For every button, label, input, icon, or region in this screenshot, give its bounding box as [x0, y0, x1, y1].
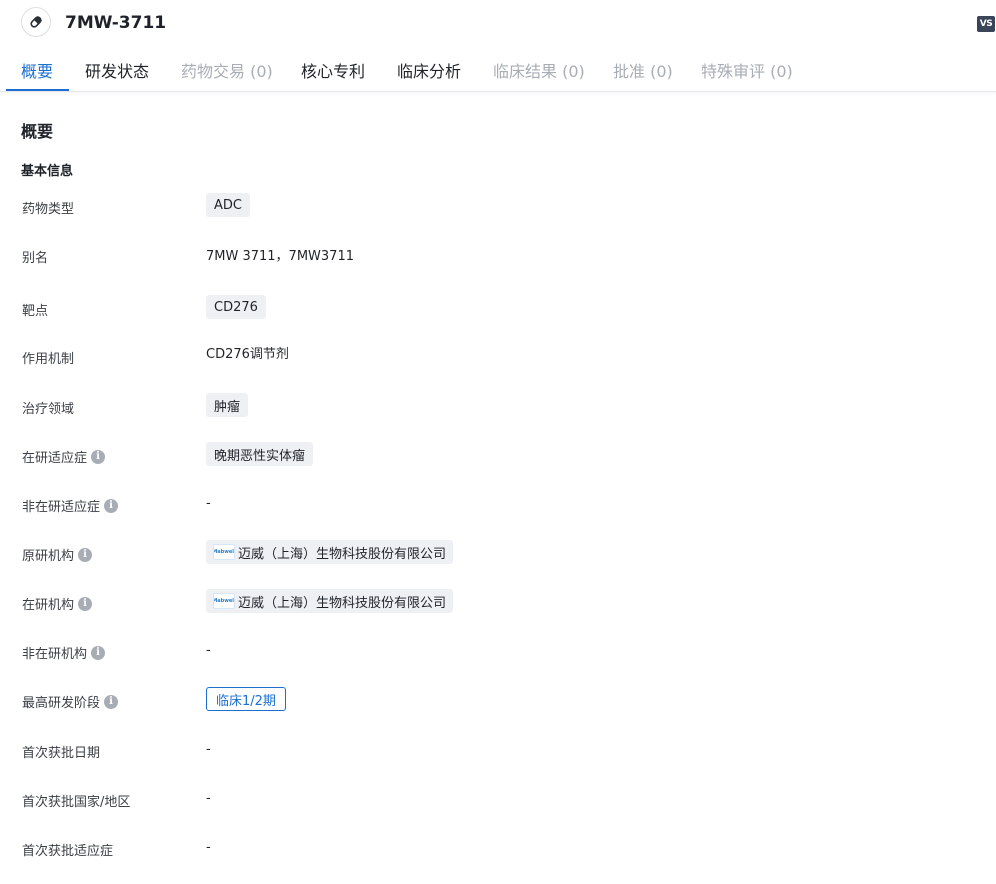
company-logo-icon: Mabwell [213, 544, 235, 560]
company-logo-icon: Mabwell [213, 593, 235, 609]
originator-org-tag[interactable]: Mabwell 迈威（上海）生物科技股份有限公司 [206, 540, 454, 564]
row-label: 原研机构 i [22, 545, 93, 564]
drug-type-tag[interactable]: ADC [206, 193, 250, 217]
therapeutic-area-tag[interactable]: 肿瘤 [206, 393, 249, 417]
row-originator: 原研机构 i Mabwell 迈威（上海）生物科技股份有限公司 [0, 539, 996, 569]
tab-overview[interactable]: 概要 [21, 62, 53, 82]
row-inactive-indication: 非在研适应症 i - [0, 490, 996, 520]
tab-clinical-results[interactable]: 临床结果 (0) [493, 62, 585, 82]
row-label: 作用机制 [22, 352, 75, 367]
row-label: 药物类型 [22, 202, 75, 217]
subsection-title-basic-info: 基本信息 [21, 164, 74, 179]
row-label-text: 在研机构 [22, 598, 75, 613]
row-first-approval-country: 首次获批国家/地区 - [0, 785, 996, 815]
row-label-text: 非在研适应症 [22, 500, 101, 515]
row-active-indication: 在研适应症 i 晚期恶性实体瘤 [0, 441, 996, 471]
tab-clinical-analysis[interactable]: 临床分析 [397, 62, 461, 82]
section-title-overview: 概要 [21, 122, 54, 141]
row-label: 别名 [22, 251, 49, 266]
row-mechanism: 作用机制 CD276调节剂 [0, 339, 996, 369]
row-target: 靶点 CD276 [0, 294, 996, 324]
row-label-text: 在研适应症 [22, 451, 88, 466]
info-icon[interactable]: i [78, 596, 93, 611]
page-title: 7MW-3711 [65, 13, 167, 33]
highest-phase-tag[interactable]: 临床1/2期 [206, 687, 286, 711]
row-label: 治疗领域 [22, 402, 75, 417]
drug-header: 7MW-3711 VS [0, 0, 996, 48]
active-org-tag[interactable]: Mabwell 迈威（上海）生物科技股份有限公司 [206, 589, 454, 613]
row-label: 非在研适应症 i [22, 496, 119, 515]
info-icon[interactable]: i [78, 547, 93, 562]
row-first-approval-date: 首次获批日期 - [0, 736, 996, 766]
info-icon[interactable]: i [91, 645, 106, 660]
row-label-text: 非在研机构 [22, 647, 88, 662]
tab-core-patents[interactable]: 核心专利 [301, 62, 365, 82]
row-label: 首次获批日期 [22, 746, 101, 761]
inactive-org-value: - [206, 642, 211, 658]
row-label-text: 最高研发阶段 [22, 696, 101, 711]
row-highest-phase: 最高研发阶段 i 临床1/2期 [0, 686, 996, 716]
first-approval-indication-value: - [206, 839, 211, 855]
tab-approval[interactable]: 批准 (0) [613, 62, 673, 82]
tab-rd-status[interactable]: 研发状态 [85, 62, 149, 82]
first-approval-country-value: - [206, 790, 211, 806]
inactive-indication-value: - [206, 495, 211, 511]
row-label: 首次获批适应症 [22, 844, 114, 859]
row-drug-type: 药物类型 ADC [0, 192, 996, 222]
row-inactive-org: 非在研机构 i - [0, 637, 996, 667]
row-therapeutic-area: 治疗领域 肿瘤 [0, 392, 996, 422]
row-label: 非在研机构 i [22, 643, 106, 662]
row-label: 靶点 [22, 304, 49, 319]
row-active-org: 在研机构 i Mabwell 迈威（上海）生物科技股份有限公司 [0, 588, 996, 618]
active-indication-tag[interactable]: 晚期恶性实体瘤 [206, 442, 314, 466]
first-approval-date-value: - [206, 741, 211, 757]
row-label: 首次获批国家/地区 [22, 795, 131, 810]
active-tab-indicator [6, 89, 69, 91]
target-tag[interactable]: CD276 [206, 295, 266, 319]
info-icon[interactable]: i [104, 498, 119, 513]
mechanism-value[interactable]: CD276调节剂 [206, 343, 289, 362]
info-icon[interactable]: i [91, 449, 106, 464]
row-label: 在研适应症 i [22, 447, 106, 466]
info-icon[interactable]: i [104, 694, 119, 709]
pill-icon [21, 7, 51, 37]
row-alias: 别名 7MW 3711，7MW3711 [0, 241, 996, 271]
row-label: 在研机构 i [22, 594, 93, 613]
row-label-text: 原研机构 [22, 549, 75, 564]
row-label: 最高研发阶段 i [22, 692, 119, 711]
tab-bar: 概要 研发状态 药物交易 (0) 核心专利 临床分析 临床结果 (0) 批准 (… [0, 48, 996, 92]
org-name: 迈威（上海）生物科技股份有限公司 [238, 595, 447, 611]
compare-badge[interactable]: VS [977, 16, 995, 32]
alias-value: 7MW 3711，7MW3711 [206, 248, 354, 264]
tab-drug-deals[interactable]: 药物交易 (0) [181, 62, 273, 82]
tab-special-review[interactable]: 特殊审评 (0) [701, 62, 793, 82]
org-name: 迈威（上海）生物科技股份有限公司 [238, 546, 447, 562]
row-first-approval-indication: 首次获批适应症 - [0, 834, 996, 864]
